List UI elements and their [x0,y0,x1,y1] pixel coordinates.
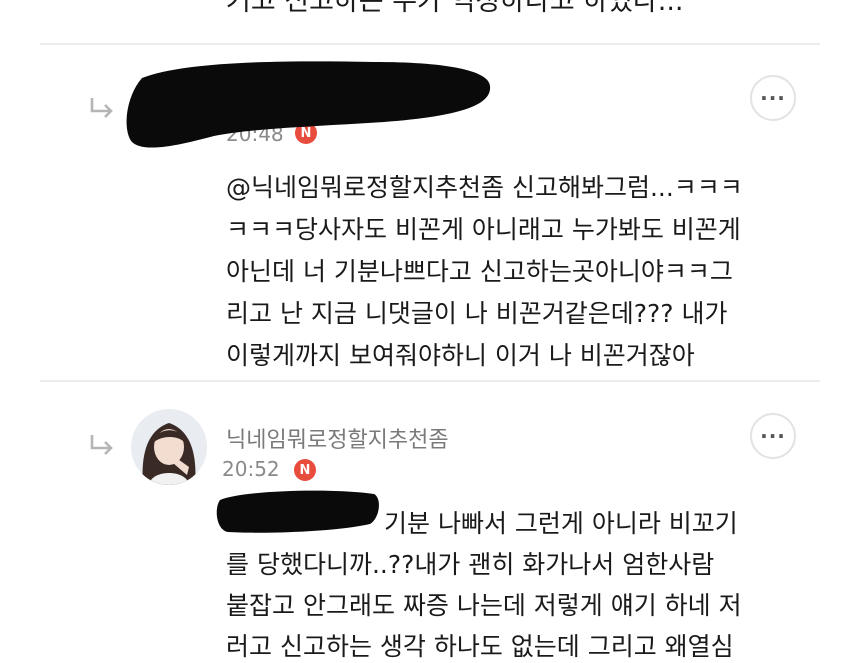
redacted-mention-mark [216,490,379,533]
reply2-timestamp: 20:52 [222,457,280,481]
reply1-text-line: 이렇게까지 보여줘야하니 이거 나 비꼰거잖아 [226,341,695,370]
reply1-text-line: 리고 난 지금 니댓글이 나 비꼰거같은데??? 내가 [226,299,728,328]
comment-divider [40,43,820,45]
reply1-text-line: @닉네임뭐로정할지추천좀 신고해봐그럼...ㅋㅋㅋ [226,173,743,202]
avatar[interactable] [131,409,207,485]
more-options-button[interactable]: ··· [750,413,796,459]
previous-comment-text: 거고 신고하는 누가 억정하라고 하였다... [226,0,684,17]
reply2-text-line: 를 당했다니까..??내가 괜히 화가나서 엄한사람 [226,550,715,579]
reply2-text-line: 붙잡고 안그래도 짜증 나는데 저렇게 얘기 하네 저 [226,591,742,620]
profile-photo [131,409,207,485]
reply-arrow-icon [90,435,113,455]
redacted-username-mark [126,61,491,148]
reply2-text-line: 기분 나빠서 그런게 아니라 비꼬기 [384,509,738,538]
reply2-text-line: 러고 신고하는 생각 하나도 없는데 그리고 왜열심 [226,632,734,661]
comment-divider [40,380,820,382]
reply2-username[interactable]: 닉네임뭐로정할지추천좀 [226,422,449,454]
reply1-text-line: ㅋㅋㅋ당사자도 비꼰게 아니래고 누가봐도 비꼰게 [226,215,741,244]
reply1-text-line: 아닌데 너 기분나쁘다고 신고하는곳아니야ㅋㅋ그 [226,257,733,286]
more-options-button[interactable]: ··· [750,75,796,121]
reply-arrow-icon [90,98,113,118]
new-badge: N [294,459,316,481]
